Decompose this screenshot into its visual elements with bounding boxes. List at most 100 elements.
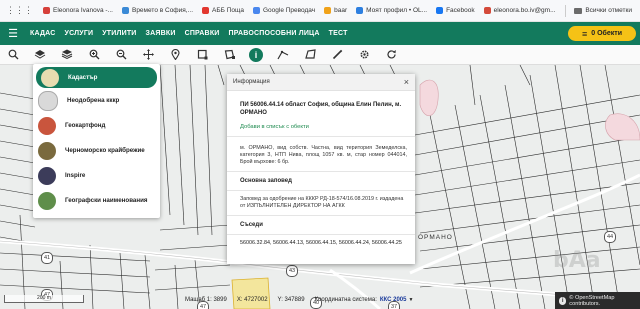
bookmark-7[interactable]: eleonora.bo.iv@gm... (483, 7, 556, 14)
bookmark-label: eleonora.bo.iv@gm... (493, 7, 556, 14)
bookmark-label: АББ Поща (212, 7, 244, 14)
bookmark-5[interactable]: Моят профил • OL... (356, 7, 427, 14)
y-value: 347889 (284, 297, 305, 303)
all-bookmarks[interactable]: Всички отметки (565, 4, 632, 17)
map-label: 41 (41, 252, 53, 264)
map-label: 44 (604, 231, 616, 243)
layer-label: Inspire (65, 172, 86, 179)
x-label: X: (236, 297, 243, 303)
inspire-thumb-icon (38, 166, 56, 185)
layer-label: Черноморско крайбрежие (65, 147, 145, 154)
nav-item-reports[interactable]: СПРАВКИ (185, 30, 220, 37)
objects-button[interactable]: ≡ 0 Обекти (568, 26, 636, 41)
geocartfond-thumb-icon (38, 116, 56, 135)
reload-icon[interactable] (384, 48, 398, 62)
x-value: 4727002 (244, 297, 268, 303)
status-bar: Мащаб 1: 3899 X: 4727002 Y: 347889 Коорд… (185, 294, 413, 306)
order-heading: Основна заповед (240, 178, 292, 184)
bookmark-4[interactable]: baar (324, 7, 347, 14)
zoom-in-icon[interactable] (87, 48, 101, 62)
divider (227, 190, 415, 191)
layer-item-geonames[interactable]: Географски наименования (33, 188, 160, 213)
cadastre-thumb-icon (41, 68, 59, 87)
layer-label: Географски наименования (65, 197, 148, 204)
zoom-out-icon[interactable] (114, 48, 128, 62)
layer-item-cadastre[interactable]: Кадастър (36, 67, 157, 88)
info-icon[interactable]: i (249, 47, 263, 62)
bookmark-3[interactable]: Google Преводач (252, 7, 316, 14)
select-free-icon[interactable] (222, 48, 236, 62)
bookmark-label: Времето в София,... (131, 7, 194, 14)
scale-value: 3899 (213, 297, 227, 303)
stack-icon[interactable] (60, 48, 74, 62)
layer-label: Неодобрена кккр (67, 97, 120, 104)
bookmark-6[interactable]: Facebook (436, 7, 475, 14)
divider (227, 234, 415, 235)
neighbors-heading: Съседи (240, 222, 263, 228)
pin-icon[interactable] (168, 48, 182, 62)
nav-item-test[interactable]: ТЕСТ (329, 30, 348, 37)
info-popup-body: ПИ 56006.44.14 област София, община Елин… (227, 102, 415, 247)
bookmark-2[interactable]: АББ Поща (202, 7, 244, 14)
divider (227, 136, 415, 137)
folder-icon (574, 7, 583, 14)
info-popup-title: Информация (233, 79, 270, 85)
close-icon[interactable]: × (404, 77, 409, 87)
order-text: Заповед за одобрение на КККР РД-18-574/1… (240, 196, 404, 209)
y-label: Y: (277, 297, 283, 303)
divider (565, 4, 567, 17)
nav-item-services[interactable]: УСЛУГИ (65, 30, 94, 37)
bookmark-favicon (43, 7, 50, 14)
chevron-down-icon[interactable]: ▼ (408, 297, 413, 303)
bookmark-label: Моят профил • OL... (366, 7, 428, 14)
draw-icon[interactable] (330, 48, 344, 62)
coord-system-select[interactable]: ККС 2005 (380, 297, 407, 303)
bookmark-0[interactable]: Eleonora Ivanova -... (43, 7, 113, 14)
layer-item-blacksea-coast[interactable]: Черноморско крайбрежие (33, 138, 160, 163)
nav-item-kadas[interactable]: КАДАС (30, 30, 56, 37)
layer-label: Геокартфонд (65, 122, 106, 129)
bookmark-1[interactable]: Времето в София,... (121, 7, 194, 14)
bookmark-favicon (121, 7, 129, 14)
map-label: 43 (286, 265, 298, 277)
info-popup: Информация × ПИ 56006.44.14 област София… (227, 74, 415, 264)
layer-label: Кадастър (68, 74, 98, 81)
main-nav: КАДАС УСЛУГИ УТИЛИТИ ЗАЯВКИ СПРАВКИ ПРАВ… (30, 30, 357, 37)
bookmarks-bar: ⋮⋮⋮ Eleonora Ivanova -... Времето в Софи… (0, 0, 640, 22)
layer-item-inspire[interactable]: Inspire (33, 163, 160, 188)
all-bookmarks-label: Всички отметки (585, 7, 632, 14)
nav-item-utilities[interactable]: УТИЛИТИ (102, 30, 136, 37)
pan-icon[interactable] (141, 48, 155, 62)
coast-thumb-icon (38, 141, 56, 160)
map-toolbar: i (0, 45, 640, 65)
coord-system-label: Координатна система: (314, 297, 377, 303)
attribution-text[interactable]: © OpenStreetMap contributors. (569, 295, 640, 307)
objects-label: 0 Обекти (591, 30, 622, 37)
select-box-icon[interactable] (195, 48, 209, 62)
measure-icon[interactable] (276, 48, 290, 62)
apps-grid-icon[interactable]: ⋮⋮⋮ (6, 5, 33, 16)
neighbors-list[interactable]: 56006.32.84, 56006.44.13, 56006.44.15, 5… (240, 240, 407, 247)
menu-icon[interactable]: ☰ (6, 27, 20, 41)
divider (227, 215, 415, 216)
bookmark-favicon (202, 7, 210, 14)
layer-item-geocartfond[interactable]: Геокартфонд (33, 113, 160, 138)
layer-item-unapproved[interactable]: Неодобрена кккр (33, 88, 160, 113)
bookmark-label: baar (334, 7, 348, 14)
bookmark-favicon (252, 7, 260, 14)
bookmark-favicon (324, 7, 332, 14)
settings-icon[interactable] (357, 48, 371, 62)
add-to-list-link[interactable]: Добави в списък с обекти (240, 124, 407, 131)
nav-item-licensed[interactable]: ПРАВОСПОСОБНИ ЛИЦА (229, 30, 320, 37)
info-popup-header: Информация × (227, 74, 415, 91)
search-icon[interactable] (6, 48, 20, 62)
info-icon[interactable]: i (559, 296, 567, 305)
bookmark-favicon (436, 7, 444, 14)
area-icon[interactable] (303, 48, 317, 62)
bookmark-label: Google Преводач (262, 7, 316, 14)
parcel-description: м. ОРМАНО, вид собств. Частна, вид терит… (240, 145, 407, 165)
map-attribution: i © OpenStreetMap contributors. (555, 292, 640, 309)
nav-item-requests[interactable]: ЗАЯВКИ (146, 30, 176, 37)
bookmark-label: Eleonora Ivanova -... (53, 7, 113, 14)
layers-icon[interactable] (33, 48, 47, 62)
